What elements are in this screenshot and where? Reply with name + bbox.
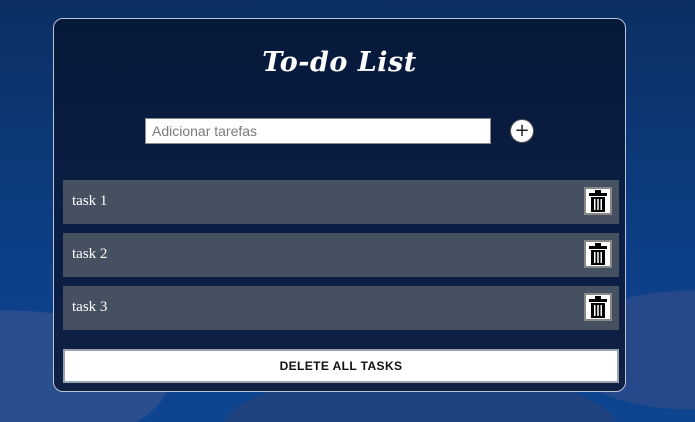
- delete-task-button[interactable]: [584, 240, 612, 268]
- task-row: task 3: [63, 286, 619, 330]
- trash-icon: [589, 243, 607, 265]
- add-task-button[interactable]: +: [510, 119, 534, 143]
- page-title: To-do List: [262, 47, 417, 78]
- trash-icon: [589, 296, 607, 318]
- task-label: task 2: [72, 246, 108, 262]
- task-row: task 1: [63, 180, 619, 224]
- task-input[interactable]: [145, 118, 491, 144]
- task-row: task 2: [63, 233, 619, 277]
- delete-all-button[interactable]: DELETE ALL TASKS: [63, 349, 619, 383]
- plus-icon: +: [514, 120, 530, 141]
- todo-card: To-do List + task 1 task 2: [53, 18, 626, 392]
- delete-task-button[interactable]: [584, 187, 612, 215]
- trash-icon: [589, 190, 607, 212]
- delete-task-button[interactable]: [584, 293, 612, 321]
- task-label: task 3: [72, 299, 108, 315]
- task-label: task 1: [72, 193, 108, 209]
